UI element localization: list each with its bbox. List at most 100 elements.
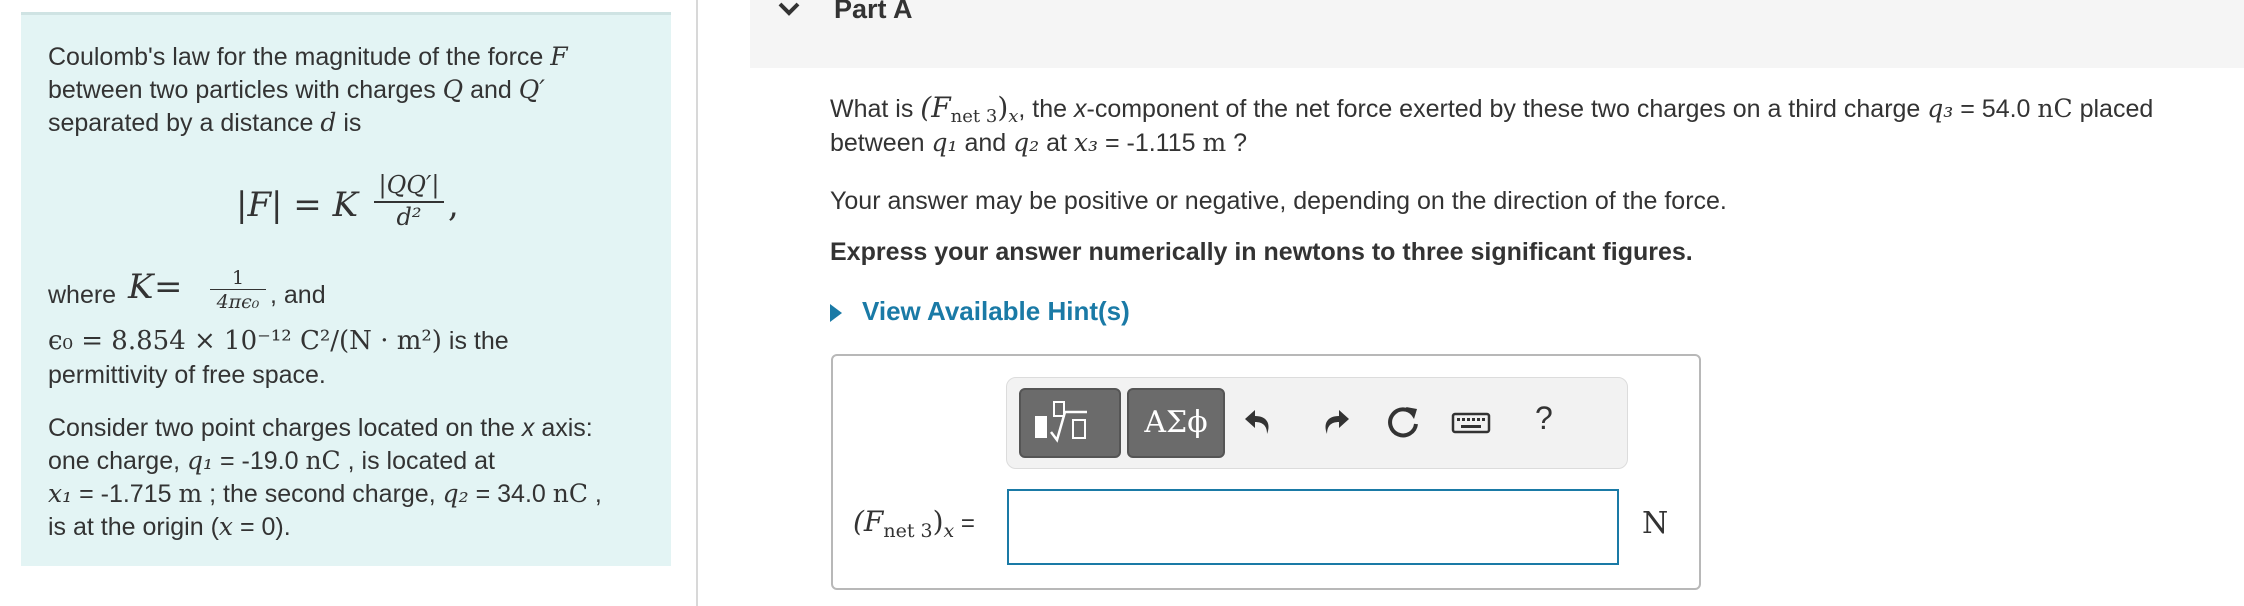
chevron-down-icon[interactable] bbox=[778, 0, 800, 22]
question-line-2: between q₁ and q₂ at x₃ = -1.115 m ? bbox=[830, 127, 1247, 159]
at-text: at bbox=[1039, 129, 1074, 157]
part-title[interactable]: Part A bbox=[834, 0, 913, 25]
answer-label: (Fnet 3)x = bbox=[853, 505, 975, 542]
x3-value: = -1.115 bbox=[1098, 129, 1203, 157]
greek-label: ΑΣϕ bbox=[1144, 405, 1208, 440]
permittivity-text: permittivity of free space. bbox=[48, 361, 326, 389]
label-paren: ) bbox=[932, 505, 944, 538]
view-hints-link[interactable]: View Available Hint(s) bbox=[830, 296, 1130, 327]
part-header bbox=[750, 0, 2244, 68]
unit-label: N bbox=[1642, 506, 1669, 541]
K-fraction: 1 4πϵ₀ bbox=[210, 267, 266, 314]
force-symbol: F bbox=[550, 42, 568, 71]
between-text: between bbox=[830, 129, 932, 157]
where-text: where bbox=[48, 281, 117, 309]
comma-text: , bbox=[587, 480, 602, 508]
K-definition: where K = 1 4πϵ₀ , and bbox=[48, 267, 608, 315]
and-text: and bbox=[957, 129, 1014, 157]
consider-text: Consider two point charges located on th… bbox=[48, 414, 522, 442]
coulomb-formula: |F| = K |QQ′| d² , bbox=[236, 163, 536, 253]
greek-symbols-button[interactable]: ΑΣϕ bbox=[1127, 388, 1225, 458]
second-charge-text: ; the second charge, bbox=[202, 480, 443, 508]
origin-text: is at the origin ( bbox=[48, 513, 219, 541]
intro-text: Coulomb's law for the magnitude of the f… bbox=[48, 43, 551, 71]
q2-symbol: q₂ bbox=[442, 479, 469, 508]
label-x-subscript: x bbox=[943, 520, 955, 542]
answer-input[interactable] bbox=[1007, 489, 1619, 565]
distance-symbol: d bbox=[320, 108, 337, 137]
force-subscript: net 3 bbox=[950, 106, 998, 127]
x3-symbol: x₃ bbox=[1073, 128, 1099, 157]
charge-Q-symbol: Q bbox=[442, 75, 464, 104]
axis-text: axis: bbox=[534, 414, 593, 442]
question-text: -component of the net force exerted by t… bbox=[1086, 95, 1928, 123]
epsilon-line: ϵ₀ = 8.854 × 10⁻¹² C²/(N · m²) is the bbox=[48, 325, 509, 357]
consider-line: Consider two point charges located on th… bbox=[48, 412, 593, 444]
label-subscript: net 3 bbox=[883, 520, 933, 542]
x-symbol: x bbox=[1074, 95, 1087, 123]
force-symbol: (F bbox=[920, 91, 951, 124]
x1-unit: m bbox=[178, 479, 203, 508]
math-toolbar: ΑΣϕ ? bbox=[1006, 377, 1628, 469]
reset-icon[interactable] bbox=[1379, 398, 1427, 446]
and-text: , and bbox=[270, 281, 326, 309]
charge-Qprime-symbol: Q′ bbox=[518, 75, 545, 104]
force-x-subscript: x bbox=[1008, 106, 1019, 127]
q2-unit: nC bbox=[552, 479, 588, 508]
epsilon-expression: ϵ₀ = 8.854 × 10⁻¹² C²/(N · m²) bbox=[48, 326, 442, 356]
keyboard-icon[interactable] bbox=[1447, 398, 1495, 446]
formula-comma: , bbox=[448, 185, 459, 225]
label-force: (F bbox=[853, 505, 884, 538]
sign-note: Your answer may be positive or negative,… bbox=[830, 187, 1727, 215]
q3-unit: nC bbox=[2037, 94, 2073, 123]
origin-line: is at the origin (x = 0). bbox=[48, 511, 291, 543]
label-equals: = bbox=[954, 510, 975, 537]
q3-value: = 54.0 bbox=[1953, 95, 2038, 123]
K-symbol: K bbox=[128, 267, 154, 307]
help-button[interactable]: ? bbox=[1535, 400, 1553, 437]
templates-button[interactable] bbox=[1019, 388, 1121, 458]
q1-symbol: q₁ bbox=[187, 446, 214, 475]
charge1-line: one charge, q₁ = -19.0 nC , is located a… bbox=[48, 445, 495, 477]
force-paren: ) bbox=[997, 91, 1009, 124]
answer-instruction: Express your answer numerically in newto… bbox=[830, 238, 1693, 266]
is-text: is bbox=[336, 109, 362, 137]
info-panel: Coulomb's law for the magnitude of the f… bbox=[21, 12, 671, 566]
x1-symbol: x₁ bbox=[48, 479, 73, 508]
q2-symbol: q₂ bbox=[1013, 128, 1040, 157]
intro-line-1: Coulomb's law for the magnitude of the f… bbox=[48, 41, 568, 73]
q1-value: = -19.0 bbox=[213, 447, 306, 475]
q3-symbol: q₃ bbox=[1927, 94, 1954, 123]
q1-unit: nC bbox=[305, 446, 341, 475]
intro-line-3: separated by a distance d is bbox=[48, 107, 361, 139]
formula-lhs: |F| = K bbox=[236, 185, 359, 225]
intro-text: separated by a distance bbox=[48, 109, 321, 137]
K-numerator: 1 bbox=[210, 267, 266, 290]
K-equals: = bbox=[154, 267, 183, 307]
formula-fraction: |QQ′| d² bbox=[374, 171, 444, 231]
K-denominator: 4πϵ₀ bbox=[216, 291, 260, 313]
located-text: , is located at bbox=[340, 447, 495, 475]
placed-text: placed bbox=[2072, 95, 2154, 123]
charge1-text: one charge, bbox=[48, 447, 187, 475]
is-the-text: is the bbox=[441, 327, 509, 355]
intro-line-2: between two particles with charges Q and… bbox=[48, 74, 545, 106]
x-axis-symbol: x bbox=[521, 414, 535, 442]
intro-text: between two particles with charges bbox=[48, 76, 443, 104]
x1-line: x₁ = -1.715 m ; the second charge, q₂ = … bbox=[48, 478, 602, 510]
question-text: What is bbox=[830, 95, 921, 123]
x3-unit: m bbox=[1202, 128, 1227, 157]
q1-symbol: q₁ bbox=[931, 128, 958, 157]
q2-value: = 34.0 bbox=[468, 480, 553, 508]
hint-label: View Available Hint(s) bbox=[862, 296, 1130, 326]
x-symbol: x bbox=[218, 512, 234, 541]
x1-value: = -1.715 bbox=[72, 480, 179, 508]
question-mark: ? bbox=[1226, 129, 1248, 157]
redo-icon[interactable] bbox=[1309, 398, 1357, 446]
question-line-1: What is (Fnet 3)x, the x-component of th… bbox=[830, 92, 2153, 128]
formula-numerator: |QQ′| bbox=[374, 171, 444, 203]
and-text: and bbox=[463, 76, 519, 104]
undo-icon[interactable] bbox=[1237, 398, 1285, 446]
origin-value: = 0). bbox=[233, 513, 291, 541]
caret-right-icon bbox=[830, 304, 842, 323]
